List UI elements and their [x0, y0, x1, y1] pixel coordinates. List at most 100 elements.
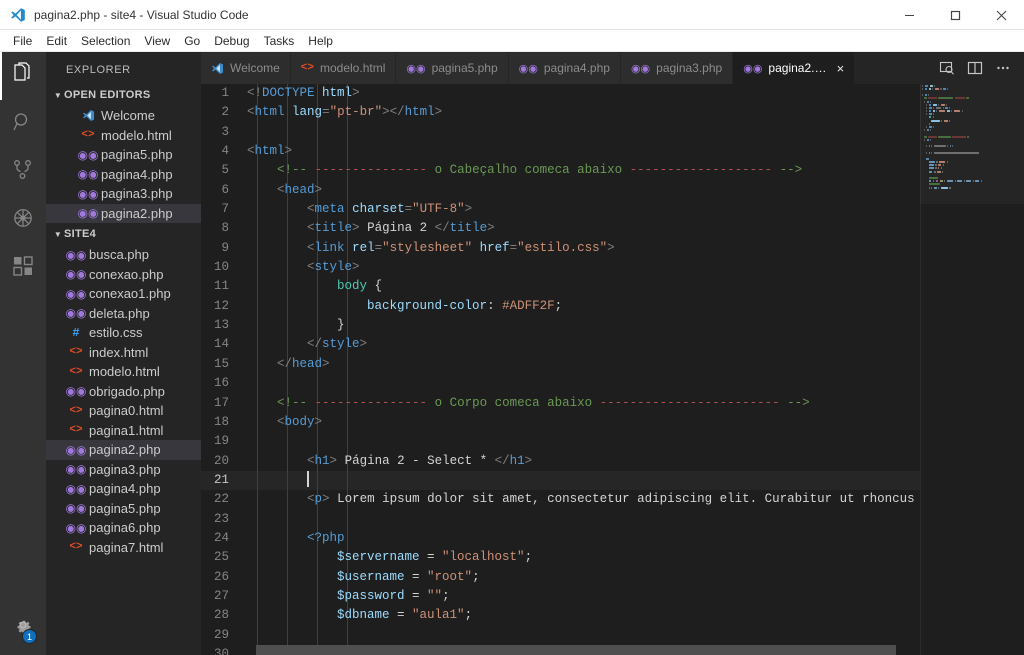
line-number: 29 — [213, 627, 229, 642]
editor-tab-welcome[interactable]: Welcome — [201, 52, 291, 84]
code-line[interactable]: 20 <h1> Página 2 - Select * </h1> — [201, 452, 920, 471]
editor-tab-pagina2-php[interactable]: ◉◉ pagina2.php × — [733, 52, 856, 84]
code-line[interactable]: 13 } — [201, 316, 920, 335]
code-body[interactable]: 1 <!DOCTYPE html> 2 <html lang="pt-br"></ht… — [201, 84, 920, 655]
code-line[interactable]: 10 <style> — [201, 258, 920, 277]
open-editor-modelo-html[interactable]: <> modelo.html — [46, 126, 201, 146]
code-token-punct: > — [464, 202, 473, 217]
code-line[interactable]: 19 — [201, 432, 920, 451]
code-token-text: = — [389, 608, 413, 623]
code-token-white — [247, 415, 277, 429]
code-line[interactable]: 5 <!-- --------------- o Cabeçalho comec… — [201, 161, 920, 180]
code-line[interactable]: 11 body { — [201, 277, 920, 296]
file-modelo-html[interactable]: <> modelo.html — [46, 362, 201, 382]
code-line[interactable]: 21 — [201, 470, 920, 491]
code-line[interactable]: 12 background-color: #ADFF2F; — [201, 297, 920, 316]
file-obrigado-php[interactable]: ◉◉ obrigado.php — [46, 382, 201, 402]
code-editor[interactable]: 1 <!DOCTYPE html> 2 <html lang="pt-br"></ht… — [201, 84, 1024, 655]
menu-debug[interactable]: Debug — [207, 31, 256, 51]
code-line[interactable]: 25 $servername = "localhost"; — [201, 548, 920, 567]
code-line[interactable]: 1 <!DOCTYPE html> — [201, 84, 920, 103]
file-busca-php[interactable]: ◉◉ busca.php — [46, 245, 201, 265]
open-editor-pagina2-php[interactable]: ◉◉ pagina2.php — [46, 203, 201, 223]
horizontal-scrollbar-thumb[interactable] — [256, 645, 896, 655]
code-line[interactable]: 6 <head> — [201, 181, 920, 200]
file-pagina3-php[interactable]: ◉◉ pagina3.php — [46, 460, 201, 480]
activitybar-item-explorer[interactable] — [0, 52, 46, 100]
code-line[interactable]: 3 — [201, 123, 920, 142]
code-lines[interactable]: 1 <!DOCTYPE html> 2 <html lang="pt-br"></ht… — [201, 84, 920, 655]
code-line[interactable]: 23 — [201, 510, 920, 529]
activitybar-item-extensions[interactable] — [0, 244, 46, 292]
maximize-icon[interactable] — [932, 0, 978, 30]
file-pagina7-html[interactable]: <> pagina7.html — [46, 538, 201, 558]
code-line[interactable]: 16 — [201, 374, 920, 393]
file-estilo-css[interactable]: # estilo.css — [46, 323, 201, 343]
section-header-site4[interactable]: ▼ SITE4 — [46, 223, 201, 245]
code-line[interactable]: 27 $password = ""; — [201, 587, 920, 606]
editor-tab-modelo-html[interactable]: <> modelo.html — [290, 52, 397, 84]
activitybar-item-search[interactable] — [0, 100, 46, 148]
file-label: modelo.html — [89, 364, 160, 380]
file-pagina2-php[interactable]: ◉◉ pagina2.php — [46, 440, 201, 460]
code-line[interactable]: 8 <title> Página 2 </title> — [201, 219, 920, 238]
preview-icon[interactable] — [934, 53, 960, 83]
code-line[interactable]: 24 <?php — [201, 529, 920, 548]
open-editor-pagina3-php[interactable]: ◉◉ pagina3.php — [46, 184, 201, 204]
menu-help[interactable]: Help — [301, 31, 340, 51]
code-token-text: ; — [442, 588, 450, 603]
file-pagina6-php[interactable]: ◉◉ pagina6.php — [46, 518, 201, 538]
minimap[interactable] — [920, 84, 1024, 655]
file-pagina4-php[interactable]: ◉◉ pagina4.php — [46, 479, 201, 499]
code-line[interactable]: 18 <body> — [201, 413, 920, 432]
editor-tab-close-icon[interactable]: × — [837, 62, 845, 75]
file-deleta-php[interactable]: ◉◉ deleta.php — [46, 304, 201, 324]
file-pagina0-html[interactable]: <> pagina0.html — [46, 401, 201, 421]
line-number: 28 — [213, 608, 229, 623]
file-label: pagina3.php — [101, 186, 173, 202]
close-icon[interactable] — [978, 0, 1024, 30]
editor-tab-pagina5-php[interactable]: ◉◉ pagina5.php — [396, 52, 509, 84]
code-token-text: : — [487, 298, 503, 313]
file-pagina1-html[interactable]: <> pagina1.html — [46, 421, 201, 441]
code-line[interactable]: 22 <p> Lorem ipsum dolor sit amet, conse… — [201, 490, 920, 509]
file-index-html[interactable]: <> index.html — [46, 343, 201, 363]
code-token-comment: <!-- — [277, 163, 315, 178]
open-editor-pagina4-php[interactable]: ◉◉ pagina4.php — [46, 165, 201, 185]
code-line[interactable]: 9 <link rel="stylesheet" href="estilo.cs… — [201, 239, 920, 258]
menu-go[interactable]: Go — [177, 31, 207, 51]
activitybar-item-debug[interactable] — [0, 196, 46, 244]
file-label: pagina4.php — [89, 481, 161, 497]
section-header-open-editors[interactable]: ▼ OPEN EDITORS — [46, 84, 201, 106]
ellipsis-icon[interactable] — [990, 53, 1016, 83]
menu-selection[interactable]: Selection — [74, 31, 137, 51]
file-label: conexao1.php — [89, 286, 171, 302]
code-line[interactable]: 4 <html> — [201, 142, 920, 161]
activitybar-item-source-control[interactable] — [0, 148, 46, 196]
code-token-punct: > — [322, 356, 330, 371]
split-editor-icon[interactable] — [962, 53, 988, 83]
menu-view[interactable]: View — [137, 31, 177, 51]
code-line[interactable]: 2 <html lang="pt-br"></html> — [201, 103, 920, 122]
code-token-tag: DOCTYPE — [262, 86, 315, 100]
file-pagina5-php[interactable]: ◉◉ pagina5.php — [46, 499, 201, 519]
open-editor-welcome[interactable]: Welcome — [46, 106, 201, 126]
horizontal-scrollbar[interactable] — [201, 645, 896, 655]
code-line[interactable]: 29 — [201, 626, 920, 645]
code-line[interactable]: 7 <meta charset="UTF-8"> — [201, 200, 920, 219]
code-line[interactable]: 28 $dbname = "aula1"; — [201, 606, 920, 625]
file-conexao-php[interactable]: ◉◉ conexao.php — [46, 265, 201, 285]
code-line[interactable]: 15 </head> — [201, 355, 920, 374]
manage-settings-button[interactable]: 1 — [0, 607, 46, 647]
file-conexao1-php[interactable]: ◉◉ conexao1.php — [46, 284, 201, 304]
minimize-icon[interactable] — [886, 0, 932, 30]
menu-file[interactable]: File — [6, 31, 39, 51]
code-line[interactable]: 26 $username = "root"; — [201, 568, 920, 587]
code-line[interactable]: 14 </style> — [201, 335, 920, 354]
menu-tasks[interactable]: Tasks — [257, 31, 302, 51]
editor-tab-pagina3-php[interactable]: ◉◉ pagina3.php — [620, 52, 734, 84]
code-line[interactable]: 17 <!-- --------------- o Corpo comeca a… — [201, 394, 920, 413]
menu-edit[interactable]: Edit — [39, 31, 74, 51]
editor-tab-pagina4-php[interactable]: ◉◉ pagina4.php — [508, 52, 621, 84]
open-editor-pagina5-php[interactable]: ◉◉ pagina5.php — [46, 145, 201, 165]
